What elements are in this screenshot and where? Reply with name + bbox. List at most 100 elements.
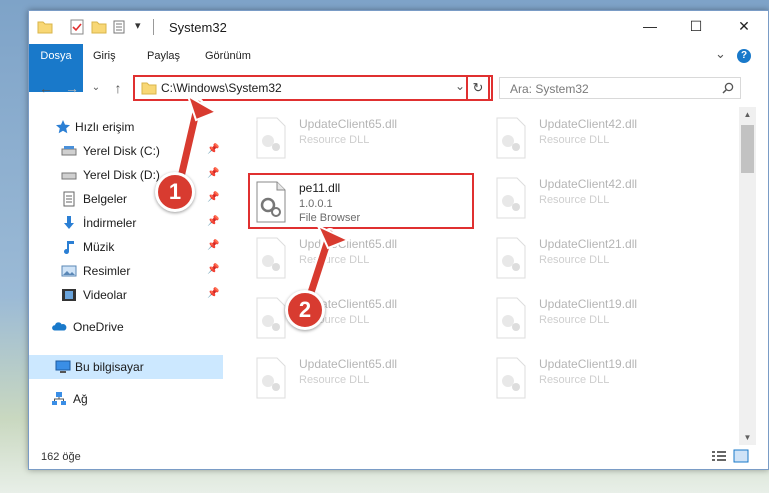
navigation-pane: Hızlı erişim Yerel Disk (C:) 📌 Yerel Dis…: [29, 107, 223, 437]
file-item[interactable]: UpdateClient19.dll Resource DLL: [489, 353, 709, 401]
minimize-button[interactable]: —: [627, 11, 673, 42]
pin-icon: 📌: [207, 264, 220, 275]
pin-icon: 📌: [207, 240, 220, 251]
sidebar-item-label: Ağ: [73, 392, 88, 406]
file-explorer-window: ▾ System32 — ☐ ✕ Dosya Giriş Paylaş Görü…: [28, 10, 769, 470]
file-name: UpdateClient19.dll: [539, 297, 638, 311]
tab-home[interactable]: Giriş: [93, 44, 116, 68]
computer-icon: [55, 360, 71, 373]
dll-file-icon: [496, 237, 526, 279]
file-description: Resource DLL: [299, 254, 370, 266]
sidebar-item-local-disk-d[interactable]: Yerel Disk (D:) 📌: [29, 163, 223, 187]
drive-icon: [61, 146, 77, 156]
pin-icon: 📌: [207, 288, 220, 299]
file-description: Resource DLL: [539, 314, 610, 326]
up-button[interactable]: ↑: [109, 79, 127, 97]
file-item[interactable]: UpdateClient21.dll Resource DLL: [489, 233, 709, 281]
file-item[interactable]: UpdateClient19.dll Resource DLL: [489, 293, 709, 341]
sidebar-item-videos[interactable]: Videolar 📌: [29, 283, 223, 307]
large-icons-view-icon[interactable]: [733, 449, 749, 463]
file-name: UpdateClient42.dll: [539, 177, 638, 191]
scroll-thumb[interactable]: [741, 125, 754, 173]
address-bar[interactable]: C:\Windows\System32 ⌄: [133, 75, 493, 101]
downloads-icon: [64, 216, 74, 229]
sidebar-item-label: Müzik: [83, 240, 115, 254]
sidebar-item-label: Resimler: [83, 264, 131, 278]
file-description: Resource DLL: [539, 374, 610, 386]
sidebar-item-music[interactable]: Müzik 📌: [29, 235, 223, 259]
refresh-button[interactable]: ↻: [466, 75, 490, 101]
sidebar-item-label: İndirmeler: [83, 216, 137, 230]
highlight-box-file: [248, 173, 474, 229]
sidebar-item-label: Hızlı erişim: [75, 120, 135, 134]
sidebar-item-downloads[interactable]: İndirmeler 📌: [29, 211, 223, 235]
cloud-icon: [52, 322, 67, 331]
scroll-down-icon[interactable]: ▼: [739, 433, 756, 442]
step-badge-1: 1: [155, 172, 195, 212]
videos-icon: [62, 289, 76, 301]
dll-file-icon: [496, 177, 526, 219]
file-description: Resource DLL: [299, 374, 370, 386]
sidebar-item-this-pc[interactable]: Bu bilgisayar: [29, 355, 223, 379]
dll-file-icon: [256, 237, 286, 279]
file-item[interactable]: UpdateClient42.dll Resource DLL: [489, 113, 709, 161]
file-list: UpdateClient65.dll Resource DLL UpdateCl…: [229, 107, 737, 447]
step-badge-2: 2: [285, 290, 325, 330]
file-item[interactable]: UpdateClient42.dll Resource DLL: [489, 173, 709, 221]
recent-locations-button[interactable]: ⌄: [87, 79, 105, 97]
sidebar-item-label: Videolar: [83, 288, 127, 302]
pin-icon: 📌: [207, 216, 220, 227]
file-name: UpdateClient21.dll: [539, 237, 638, 251]
pin-icon: 📌: [207, 192, 220, 203]
properties-icon[interactable]: [69, 19, 85, 35]
address-path[interactable]: C:\Windows\System32: [161, 81, 282, 95]
close-button[interactable]: ✕: [721, 11, 767, 42]
file-name: UpdateClient19.dll: [539, 357, 638, 371]
file-description: Resource DLL: [539, 134, 610, 146]
tab-view[interactable]: Görünüm: [205, 44, 251, 68]
network-icon: [52, 392, 66, 405]
dll-file-icon: [496, 117, 526, 159]
ribbon-expand-icon[interactable]: ⌄: [715, 46, 726, 62]
vertical-scrollbar[interactable]: ▲ ▼: [739, 107, 756, 445]
dll-file-icon: [256, 117, 286, 159]
star-icon: [56, 120, 70, 134]
sidebar-item-pictures[interactable]: Resimler 📌: [29, 259, 223, 283]
file-item[interactable]: UpdateClient65.dll Resource DLL: [249, 113, 469, 161]
documents-icon: [63, 191, 75, 207]
dll-file-icon: [496, 297, 526, 339]
back-button[interactable]: ←: [37, 79, 55, 97]
window-title: System32: [169, 20, 227, 35]
tab-share[interactable]: Paylaş: [147, 44, 180, 68]
sidebar-item-quick-access[interactable]: Hızlı erişim: [29, 115, 223, 139]
folder-icon: [37, 21, 53, 34]
sidebar-item-label: OneDrive: [73, 320, 124, 334]
search-icon[interactable]: [722, 82, 734, 94]
file-description: Resource DLL: [539, 254, 610, 266]
new-folder-icon[interactable]: [91, 19, 107, 35]
search-input[interactable]: Ara: System32: [499, 77, 741, 99]
folder-icon: [141, 82, 157, 95]
customize-toolbar-icon[interactable]: [113, 19, 129, 35]
file-item[interactable]: UpdateClient65.dll Resource DLL: [249, 233, 469, 281]
sidebar-item-network[interactable]: Ağ: [29, 387, 223, 411]
address-dropdown-icon[interactable]: ⌄: [455, 79, 465, 93]
drive-icon: [61, 172, 77, 180]
forward-button[interactable]: →: [63, 79, 81, 97]
sidebar-item-onedrive[interactable]: OneDrive: [29, 315, 223, 339]
file-item[interactable]: UpdateClient65.dll Resource DLL: [249, 353, 469, 401]
help-icon[interactable]: ?: [737, 49, 751, 63]
pin-icon: 📌: [207, 168, 220, 179]
sidebar-item-local-disk-c[interactable]: Yerel Disk (C:) 📌: [29, 139, 223, 163]
file-name: UpdateClient65.dll: [299, 357, 398, 371]
file-name: UpdateClient65.dll: [299, 237, 398, 251]
scroll-up-icon[interactable]: ▲: [739, 110, 756, 119]
customize-quick-access-arrow[interactable]: ▾: [135, 19, 141, 32]
maximize-button[interactable]: ☐: [673, 11, 719, 42]
file-item[interactable]: UpdateClient65.dll Resource DLL: [249, 293, 469, 341]
file-name: UpdateClient65.dll: [299, 117, 398, 131]
title-bar: ▾ System32 — ☐ ✕: [29, 11, 768, 43]
ribbon-tabs: Dosya Giriş Paylaş Görünüm ⌄ ?: [29, 44, 768, 92]
details-view-icon[interactable]: [711, 449, 727, 463]
search-placeholder: Ara: System32: [510, 82, 589, 96]
